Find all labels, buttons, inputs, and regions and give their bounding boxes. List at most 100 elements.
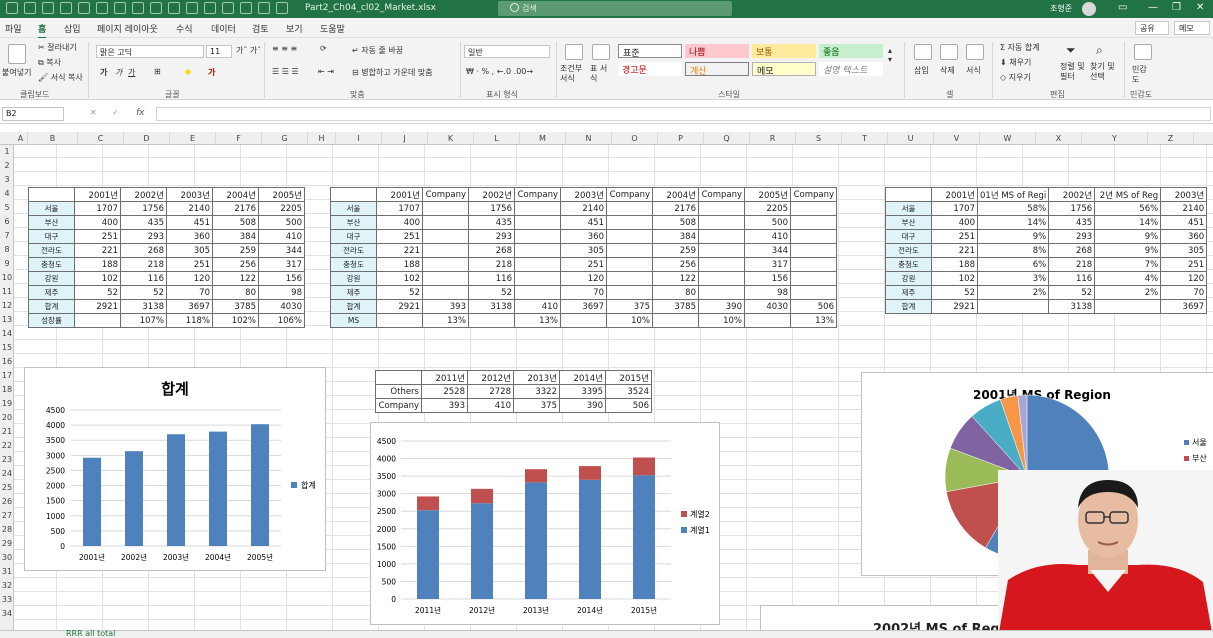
column-label-cell[interactable]: 2015년 [605,370,652,385]
data-cell[interactable]: 13% [422,313,469,328]
orientation-icon[interactable]: ⟳ [320,44,327,53]
redo-icon[interactable] [276,2,288,14]
data-cell[interactable]: 188 [931,257,978,272]
data-cell[interactable]: 4% [1094,271,1162,286]
data-cell[interactable]: 98 [744,285,791,300]
data-cell[interactable]: 410 [744,229,791,244]
column-label-cell[interactable]: Company [790,187,837,202]
data-cell[interactable]: 6% [976,257,1050,272]
data-cell[interactable]: 70 [166,285,213,300]
align-left-icon[interactable]: ☰ ☰ ☰ [272,67,299,76]
style-bad[interactable]: 나쁨 [685,44,749,58]
row-header[interactable]: 21 [0,425,14,439]
data-cell[interactable] [698,201,745,216]
row-header[interactable]: 18 [0,383,14,397]
style-explanatory[interactable]: 설명 텍스트 [819,62,883,76]
column-label-cell[interactable]: 01년 MS of Regi [976,187,1050,202]
chart-total-bar[interactable]: 합계 0 500 1000 1500 2000 2500 3000 3500 4000 4500 20… [24,367,326,571]
data-cell[interactable]: 13% [790,313,837,328]
data-cell[interactable]: 3785 [652,299,699,314]
tab-file[interactable]: 파일 [5,22,22,35]
cancel-icon[interactable]: ✕ [90,108,97,117]
enter-icon[interactable]: ✓ [112,108,119,117]
data-cell[interactable]: 3138 [468,299,515,314]
column-label-cell[interactable]: 2년 MS of Reg [1094,187,1162,202]
data-cell[interactable]: 256 [652,257,699,272]
data-cell[interactable]: 293 [468,229,515,244]
data-cell[interactable]: 218 [120,257,167,272]
insert-cells-icon[interactable] [914,44,932,60]
minimize-icon[interactable]: — [1148,2,1158,13]
data-cell[interactable]: 435 [120,215,167,230]
data-cell[interactable] [606,271,653,286]
data-cell[interactable]: 500 [258,215,305,230]
quick-access-icon[interactable] [114,2,126,14]
row-header[interactable]: 29 [0,537,14,551]
data-cell[interactable]: 3697 [166,299,213,314]
data-cell[interactable]: 2% [976,285,1050,300]
data-cell[interactable] [790,215,837,230]
data-cell[interactable]: 107% [120,313,167,328]
column-header[interactable]: D [124,132,170,145]
row-label-cell[interactable]: 전라도 [28,243,75,258]
data-cell[interactable]: 3697 [560,299,607,314]
column-header[interactable]: B [28,132,78,145]
data-cell[interactable] [422,271,469,286]
column-header[interactable]: J [382,132,428,145]
column-header[interactable]: O [612,132,658,145]
column-label-cell[interactable]: 2001년 [931,187,978,202]
data-cell[interactable]: 116 [120,271,167,286]
column-label-cell[interactable]: Company [698,187,745,202]
quick-access-icon[interactable] [186,2,198,14]
insert-function-icon[interactable]: fx [136,108,145,118]
data-cell[interactable]: 14% [1094,215,1162,230]
row-label-cell[interactable]: 부산 [330,215,377,230]
data-cell[interactable]: 2728 [467,384,514,399]
row-label-cell[interactable]: 강원 [885,271,932,286]
data-cell[interactable] [514,271,561,286]
format-cells-icon[interactable] [966,44,984,60]
data-cell[interactable]: 221 [74,243,121,258]
undo-icon[interactable] [258,2,270,14]
format-table-icon[interactable] [592,44,610,60]
style-neutral[interactable]: 보통 [752,44,816,58]
data-cell[interactable]: 52 [120,285,167,300]
row-header[interactable]: 14 [0,327,14,341]
format-table-button[interactable]: 표 서식 [590,64,614,84]
row-header[interactable]: 31 [0,565,14,579]
row-header[interactable]: 8 [0,243,14,257]
row-label-cell[interactable]: 제주 [330,285,377,300]
font-grow-icon[interactable]: 가ˆ 가ˇ [236,45,261,56]
data-cell[interactable]: 2140 [1160,201,1208,216]
data-cell[interactable]: 9% [1094,229,1162,244]
data-cell[interactable]: 410 [514,299,561,314]
quick-access-icon[interactable] [240,2,252,14]
data-cell[interactable]: 410 [258,229,305,244]
fill-color-icon[interactable]: ◆ [185,67,191,76]
data-cell[interactable]: 305 [560,243,607,258]
copy-button[interactable]: ⧉ 복사 [38,57,61,68]
data-cell[interactable]: 70 [1160,285,1208,300]
data-cell[interactable] [698,271,745,286]
column-label-cell[interactable] [330,187,377,202]
tab-review[interactable]: 검토 [252,22,269,35]
data-cell[interactable]: 390 [698,299,745,314]
data-cell[interactable]: 400 [74,215,121,230]
row-header[interactable]: 22 [0,439,14,453]
row-header[interactable]: 11 [0,285,14,299]
column-label-cell[interactable] [375,370,422,385]
data-cell[interactable]: 400 [931,215,978,230]
sensitivity-icon[interactable] [1134,44,1152,60]
data-cell[interactable]: 508 [212,215,259,230]
data-cell[interactable] [606,201,653,216]
data-cell[interactable]: 218 [1048,257,1096,272]
row-label-cell[interactable]: 부산 [885,215,932,230]
data-cell[interactable]: 2176 [652,201,699,216]
row-label-cell[interactable]: 제주 [28,285,75,300]
row-header[interactable]: 33 [0,593,14,607]
ribbon-display-icon[interactable]: ▭ [1118,2,1127,13]
font-color-icon[interactable]: 가 [208,67,215,78]
delete-cells-button[interactable]: 삭제 [940,65,955,76]
column-header[interactable]: G [262,132,308,145]
data-cell[interactable] [514,201,561,216]
